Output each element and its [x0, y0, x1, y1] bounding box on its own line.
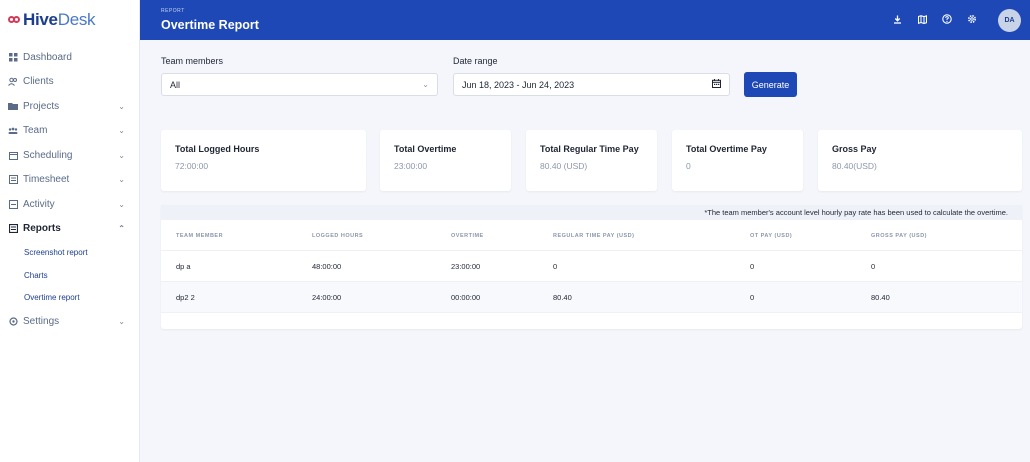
sidebar-item-clients[interactable]: Clients [0, 70, 139, 95]
avatar[interactable]: DA [998, 9, 1021, 32]
card-title: Total Overtime Pay [686, 144, 767, 154]
sidebar-item-label: Activity [23, 198, 55, 210]
date-range-value: Jun 18, 2023 - Jun 24, 2023 [462, 79, 575, 90]
cell-logged-hours: 48:00:00 [312, 262, 342, 271]
card-title: Total Regular Time Pay [540, 144, 639, 154]
team-members-select[interactable]: All ⌄ [161, 73, 438, 96]
cell-overtime: 00:00:00 [451, 293, 481, 302]
sidebar-item-team[interactable]: Team ⌄ [0, 119, 139, 144]
column-header-regular-time-pay: REGULAR TIME PAY (USD) [553, 232, 635, 239]
sidebar-nav: Dashboard Clients Projects ⌄ Team ⌄ Sche… [0, 40, 139, 334]
summary-card-total-overtime: Total Overtime 23:00:00 [380, 130, 511, 191]
chevron-down-icon[interactable]: ⌄ [118, 126, 125, 135]
cell-gross-pay: 0 [871, 262, 876, 271]
table-note: *The team member's account level hourly … [161, 205, 1022, 220]
card-title: Total Logged Hours [175, 144, 260, 154]
card-value: 0 [686, 161, 691, 171]
card-title: Gross Pay [832, 144, 877, 154]
settings-icon [8, 316, 18, 326]
brand-name-part2: Desk [57, 10, 96, 29]
activity-icon [8, 199, 18, 209]
chevron-down-icon[interactable]: ⌄ [118, 151, 125, 160]
cell-ot-pay: 0 [750, 293, 755, 302]
sidebar-item-label: Settings [23, 315, 60, 327]
sidebar-item-projects[interactable]: Projects ⌄ [0, 94, 139, 119]
calendar-icon [8, 150, 18, 160]
breadcrumb: REPORT [161, 8, 185, 14]
sidebar-item-label: Projects [23, 100, 60, 112]
table-header: TEAM MEMBER LOGGED HOURS OVERTIME REGULA… [161, 220, 1022, 251]
card-title: Total Overtime [394, 144, 457, 154]
table-row[interactable]: dp2 2 24:00:00 00:00:00 80.40 0 80.40 [161, 282, 1022, 313]
card-value: 23:00:00 [394, 161, 428, 171]
map-icon[interactable] [916, 13, 928, 25]
team-members-label: Team members [161, 56, 224, 66]
page-title: Overtime Report [161, 18, 259, 32]
cell-ot-pay: 0 [750, 262, 755, 271]
sidebar-item-scheduling[interactable]: Scheduling ⌄ [0, 143, 139, 168]
dashboard-icon [8, 52, 18, 62]
team-members-value: All [170, 79, 181, 90]
sidebar-item-label: Timesheet [23, 174, 70, 186]
chevron-down-icon[interactable]: ⌄ [118, 175, 125, 184]
sidebar-subitem-charts[interactable]: Charts [0, 264, 139, 287]
download-icon[interactable] [891, 13, 903, 25]
card-value: 80.40 (USD) [540, 161, 588, 171]
topbar-actions [891, 13, 978, 25]
sidebar-subitem-overtime-report[interactable]: Overtime report [0, 286, 139, 309]
summary-card-total-logged-hours: Total Logged Hours 72:00:00 [161, 130, 366, 191]
cell-team-member: dp a [176, 262, 191, 271]
cell-gross-pay: 80.40 [871, 293, 890, 302]
sidebar-item-label: Scheduling [23, 149, 73, 161]
brand-name-part1: Hive [23, 10, 58, 29]
cell-regular-time-pay: 80.40 [553, 293, 572, 302]
cell-overtime: 23:00:00 [451, 262, 481, 271]
date-range-label: Date range [453, 56, 498, 66]
sidebar-item-activity[interactable]: Activity ⌄ [0, 192, 139, 217]
sidebar-item-label: Dashboard [23, 51, 72, 63]
table-row[interactable]: dp a 48:00:00 23:00:00 0 0 0 [161, 251, 1022, 282]
folder-icon [8, 101, 18, 111]
sidebar: HiveDesk Dashboard Clients Projects ⌄ Te… [0, 0, 140, 462]
help-icon[interactable] [941, 13, 953, 25]
reports-icon [8, 224, 18, 234]
calendar-icon[interactable] [712, 79, 721, 90]
column-header-ot-pay: OT PAY (USD) [750, 232, 793, 239]
summary-card-total-overtime-pay: Total Overtime Pay 0 [672, 130, 803, 191]
card-value: 80.40(USD) [832, 161, 877, 171]
sidebar-subitem-screenshot-report[interactable]: Screenshot report [0, 241, 139, 264]
sidebar-item-reports[interactable]: Reports ⌃ [0, 217, 139, 242]
overtime-table: *The team member's account level hourly … [161, 205, 1022, 329]
logo-icon [8, 14, 20, 26]
brand-logo[interactable]: HiveDesk [0, 0, 139, 40]
card-value: 72:00:00 [175, 161, 209, 171]
sidebar-item-label: Team [23, 125, 48, 137]
chevron-down-icon[interactable]: ⌄ [118, 317, 125, 326]
sidebar-item-label: Clients [23, 76, 54, 88]
cell-logged-hours: 24:00:00 [312, 293, 342, 302]
team-icon [8, 126, 18, 136]
summary-card-total-regular-time-pay: Total Regular Time Pay 80.40 (USD) [526, 130, 657, 191]
cell-regular-time-pay: 0 [553, 262, 558, 271]
chevron-down-icon[interactable]: ⌄ [118, 200, 125, 209]
timesheet-icon [8, 175, 18, 185]
chevron-down-icon[interactable]: ⌄ [118, 102, 125, 111]
chevron-up-icon[interactable]: ⌃ [118, 224, 125, 233]
sidebar-item-label: Reports [23, 223, 61, 235]
column-header-overtime: OVERTIME [451, 232, 484, 239]
clients-icon [8, 77, 18, 87]
summary-card-gross-pay: Gross Pay 80.40(USD) [818, 130, 1022, 191]
sidebar-item-timesheet[interactable]: Timesheet ⌄ [0, 168, 139, 193]
sidebar-item-settings[interactable]: Settings ⌄ [0, 309, 139, 334]
column-header-team-member: TEAM MEMBER [176, 232, 224, 239]
generate-button[interactable]: Generate [744, 72, 797, 97]
column-header-gross-pay: GROSS PAY (USD) [871, 232, 927, 239]
column-header-logged-hours: LOGGED HOURS [312, 232, 364, 239]
sidebar-item-dashboard[interactable]: Dashboard [0, 45, 139, 70]
chevron-down-icon: ⌄ [422, 80, 429, 89]
settings-icon[interactable] [966, 13, 978, 25]
date-range-input[interactable]: Jun 18, 2023 - Jun 24, 2023 [453, 73, 730, 96]
cell-team-member: dp2 2 [176, 293, 195, 302]
topbar: REPORT Overtime Report DA [140, 0, 1030, 40]
